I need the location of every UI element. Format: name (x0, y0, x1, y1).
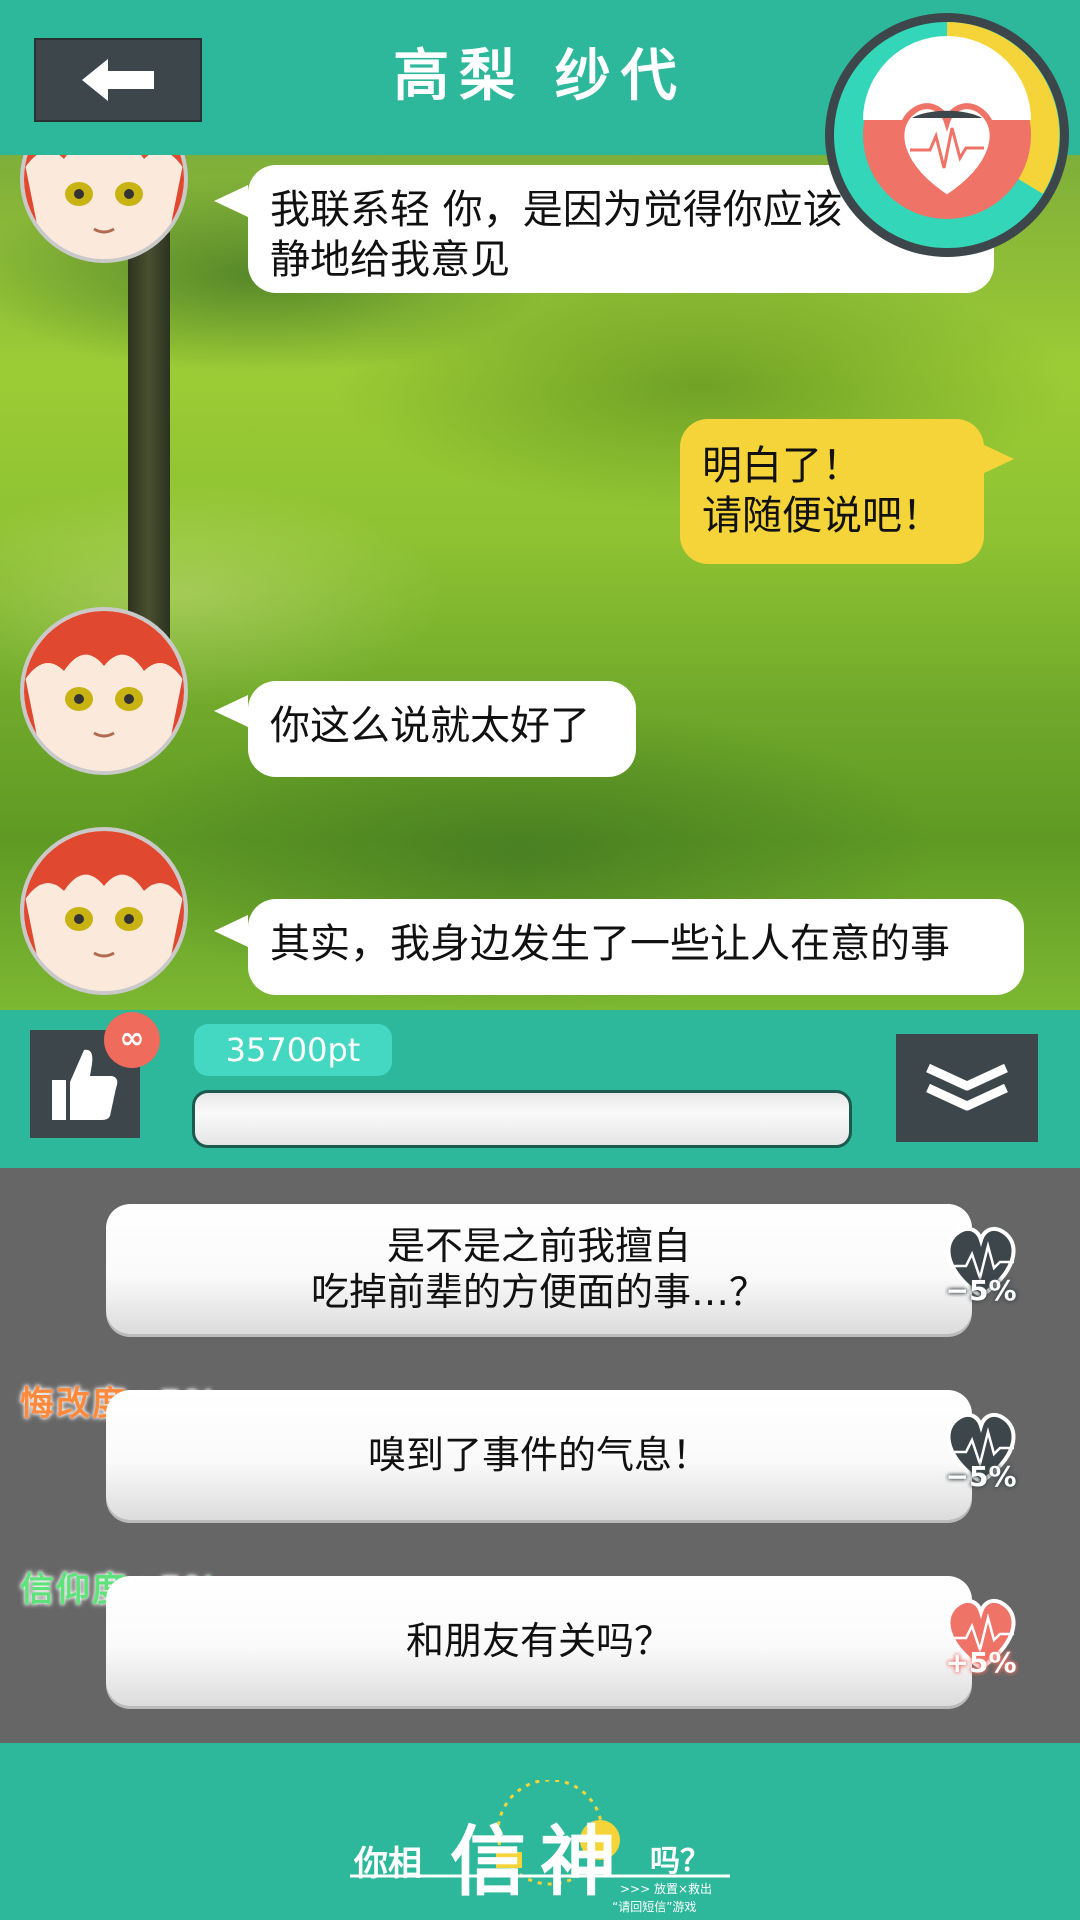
bubble-tail (214, 185, 248, 217)
chat-area[interactable]: 我联系轻 你，是因为觉得你应该 静地给我意见 明白了！ 请随便说吧！ 你这么说就… (0, 155, 1080, 1010)
option-text: 和朋友有关吗？ (405, 1619, 672, 1663)
collapse-options-button[interactable] (896, 1034, 1038, 1142)
affection-gauge[interactable] (822, 10, 1072, 260)
message-text: 明白了！ (702, 443, 862, 489)
character-face-icon (24, 831, 184, 991)
back-button[interactable] (34, 38, 202, 122)
heart-effect-indicator: −5% (936, 1216, 1026, 1310)
option-text: 嗅到了事件的气息！ (367, 1433, 710, 1477)
logo-text: 吗？ (650, 1844, 710, 1879)
bubble-tail (214, 915, 248, 947)
infinite-likes-badge: ∞ (104, 1012, 160, 1068)
character-face-icon (24, 611, 184, 771)
option-text: 是不是之前我擅自 (386, 1224, 691, 1268)
heart-effect-indicator: −5% (936, 1402, 1026, 1496)
heartbeat-icon (825, 13, 1069, 257)
character-avatar[interactable] (20, 607, 188, 775)
reply-option-3[interactable]: 和朋友有关吗？ (106, 1576, 972, 1706)
logo-text: 神 (540, 1817, 616, 1906)
points-display: 35700pt (194, 1024, 392, 1076)
logo-tagline: “请回短信”游戏 (612, 1900, 697, 1914)
double-chevron-down-icon (926, 1063, 1008, 1111)
heart-effect-indicator: +5% (936, 1588, 1026, 1682)
message-text: 你这么说就太好了 (270, 703, 590, 749)
option-text: 吃掉前辈的方便面的事…？ (310, 1270, 767, 1314)
bubble-tail (214, 695, 248, 727)
logo-text: 信 (450, 1817, 526, 1906)
character-avatar[interactable] (20, 827, 188, 995)
arrow-left-icon (82, 59, 154, 101)
message-bubble-sent: 明白了！ 请随便说吧！ (680, 419, 984, 564)
message-bubble-received: 其实，我身边发生了一些让人在意的事 (248, 899, 1024, 995)
bubble-tail (980, 443, 1014, 475)
effect-percent: −5% (945, 1460, 1017, 1493)
reply-option-1[interactable]: 是不是之前我擅自 吃掉前辈的方便面的事…？ (106, 1204, 972, 1334)
reply-option-2[interactable]: 嗅到了事件的气息！ (106, 1390, 972, 1520)
message-bubble-received: 你这么说就太好了 (248, 681, 636, 777)
message-text: 其实，我身边发生了一些让人在意的事 (270, 921, 950, 967)
logo-tagline: >>> 放置×救出 (620, 1882, 713, 1896)
contact-name-title: 高梨 纱代 (393, 44, 687, 109)
message-input-field[interactable] (192, 1090, 852, 1148)
message-text: 请随便说吧！ (702, 493, 942, 539)
effect-percent: −5% (945, 1274, 1017, 1307)
game-logo: 你相 信 神 吗？ >>> 放置×救出 “请回短信”游戏 (350, 1780, 730, 1920)
effect-percent: +5% (945, 1646, 1017, 1679)
logo-text: 你相 (354, 1844, 422, 1884)
